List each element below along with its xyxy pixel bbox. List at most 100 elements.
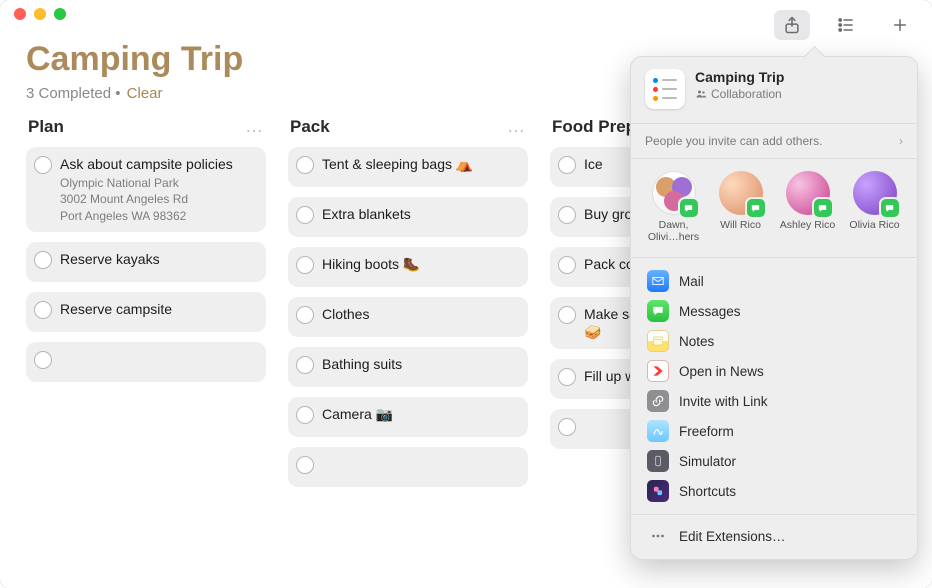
reminder-title: Camera 📷 <box>322 405 393 423</box>
complete-toggle[interactable] <box>296 256 314 274</box>
complete-toggle[interactable] <box>34 156 52 174</box>
messages-badge-icon <box>814 199 832 217</box>
list-bullet-icon <box>836 15 856 35</box>
messages-badge-icon <box>680 199 698 217</box>
reminder-card[interactable]: Camera 📷 <box>288 397 528 437</box>
reminder-title: Clothes <box>322 305 369 323</box>
complete-toggle[interactable] <box>34 351 52 369</box>
share-mode-row[interactable]: Collaboration <box>695 87 784 101</box>
share-target-label: Open in News <box>679 364 764 379</box>
view-options-button[interactable] <box>828 10 864 40</box>
share-button[interactable] <box>774 10 810 40</box>
column-title: Food Prep <box>552 117 636 137</box>
column-cards: Tent & sleeping bags ⛺ Extra blankets Hi… <box>288 147 528 487</box>
share-target-label: Mail <box>679 274 704 289</box>
complete-toggle[interactable] <box>558 206 576 224</box>
reminder-title: Reserve campsite <box>60 300 172 318</box>
share-person[interactable]: Ashley Rico <box>777 171 838 243</box>
share-target-label: Simulator <box>679 454 736 469</box>
complete-toggle[interactable] <box>296 456 314 474</box>
reminder-card[interactable]: Reserve kayaks <box>26 242 266 282</box>
reminder-notes: Olympic National Park 3002 Mount Angeles… <box>60 175 233 224</box>
share-target-label: Shortcuts <box>679 484 736 499</box>
share-options-label: People you invite can add others. <box>645 134 822 148</box>
share-target-label: Invite with Link <box>679 394 768 409</box>
reminder-title: Bathing suits <box>322 355 402 373</box>
column-menu-button[interactable]: … <box>245 116 264 137</box>
complete-toggle[interactable] <box>296 156 314 174</box>
new-reminder-placeholder[interactable] <box>26 342 266 382</box>
reminder-title: Hiking boots 🥾 <box>322 255 420 273</box>
column-header: Pack … <box>288 108 528 147</box>
people-icon <box>695 88 707 100</box>
share-person-name: Will Rico <box>720 219 761 231</box>
completed-count: 3 Completed <box>26 85 111 102</box>
notes-icon <box>647 330 669 352</box>
complete-toggle[interactable] <box>558 418 576 436</box>
complete-toggle[interactable] <box>296 406 314 424</box>
share-options-row[interactable]: People you invite can add others. › <box>631 128 917 154</box>
share-target[interactable]: Simulator <box>639 446 909 476</box>
share-person[interactable]: Dawn, Olivi…hers <box>643 171 704 243</box>
window-zoom-button[interactable] <box>54 8 66 20</box>
shortcuts-icon <box>647 480 669 502</box>
reminder-title: Ice <box>584 155 603 173</box>
complete-toggle[interactable] <box>558 368 576 386</box>
share-target[interactable]: Shortcuts <box>639 476 909 506</box>
reminder-card[interactable]: Extra blankets <box>288 197 528 237</box>
reminder-card[interactable]: Clothes <box>288 297 528 337</box>
messages-badge-icon <box>747 199 765 217</box>
complete-toggle[interactable] <box>558 306 576 324</box>
reminder-card[interactable]: Bathing suits <box>288 347 528 387</box>
edit-extensions-button[interactable]: Edit Extensions… <box>631 519 917 555</box>
board-column: Pack … Tent & sleeping bags ⛺ Extra blan… <box>288 108 528 487</box>
share-person[interactable]: Olivia Rico <box>844 171 905 243</box>
reminder-title: Ask about campsite policies <box>60 155 233 173</box>
complete-toggle[interactable] <box>296 206 314 224</box>
news-icon <box>647 360 669 382</box>
share-person-name: Ashley Rico <box>780 219 835 231</box>
share-target[interactable]: Messages <box>639 296 909 326</box>
share-target[interactable]: Mail <box>639 266 909 296</box>
column-header: Plan … <box>26 108 266 147</box>
share-target[interactable]: Open in News <box>639 356 909 386</box>
reminder-card[interactable]: Reserve campsite <box>26 292 266 332</box>
reminder-card[interactable]: Hiking boots 🥾 <box>288 247 528 287</box>
reminder-card[interactable]: Ask about campsite policies Olympic Nati… <box>26 147 266 232</box>
share-targets: Mail Messages Notes Open in News Invite … <box>631 262 917 510</box>
plus-icon <box>890 15 910 35</box>
freeform-icon <box>647 420 669 442</box>
share-person[interactable]: Will Rico <box>710 171 771 243</box>
share-people-row: Dawn, Olivi…hers Will Rico Ashley Rico <box>631 163 917 253</box>
link-icon <box>647 390 669 412</box>
new-reminder-button[interactable] <box>882 10 918 40</box>
share-target[interactable]: Invite with Link <box>639 386 909 416</box>
complete-toggle[interactable] <box>34 301 52 319</box>
share-title: Camping Trip <box>695 69 784 85</box>
edit-extensions-label: Edit Extensions… <box>679 529 786 544</box>
more-icon <box>647 527 669 545</box>
window-minimize-button[interactable] <box>34 8 46 20</box>
complete-toggle[interactable] <box>296 306 314 324</box>
share-header: Camping Trip Collaboration <box>631 69 917 119</box>
share-target-label: Messages <box>679 304 741 319</box>
new-reminder-placeholder[interactable] <box>288 447 528 487</box>
column-cards: Ask about campsite policies Olympic Nati… <box>26 147 266 382</box>
reminder-card[interactable]: Tent & sleeping bags ⛺ <box>288 147 528 187</box>
clear-completed-button[interactable]: Clear <box>127 85 163 102</box>
messages-icon <box>647 300 669 322</box>
complete-toggle[interactable] <box>34 251 52 269</box>
complete-toggle[interactable] <box>558 156 576 174</box>
share-icon <box>782 15 802 35</box>
complete-toggle[interactable] <box>296 356 314 374</box>
toolbar <box>774 10 918 40</box>
share-target[interactable]: Notes <box>639 326 909 356</box>
messages-badge-icon <box>881 199 899 217</box>
complete-toggle[interactable] <box>558 256 576 274</box>
share-target[interactable]: Freeform <box>639 416 909 446</box>
window-close-button[interactable] <box>14 8 26 20</box>
share-person-name: Dawn, Olivi…hers <box>643 219 704 243</box>
share-mode-label: Collaboration <box>711 87 782 101</box>
column-menu-button[interactable]: … <box>507 116 526 137</box>
reminder-title: Extra blankets <box>322 205 411 223</box>
